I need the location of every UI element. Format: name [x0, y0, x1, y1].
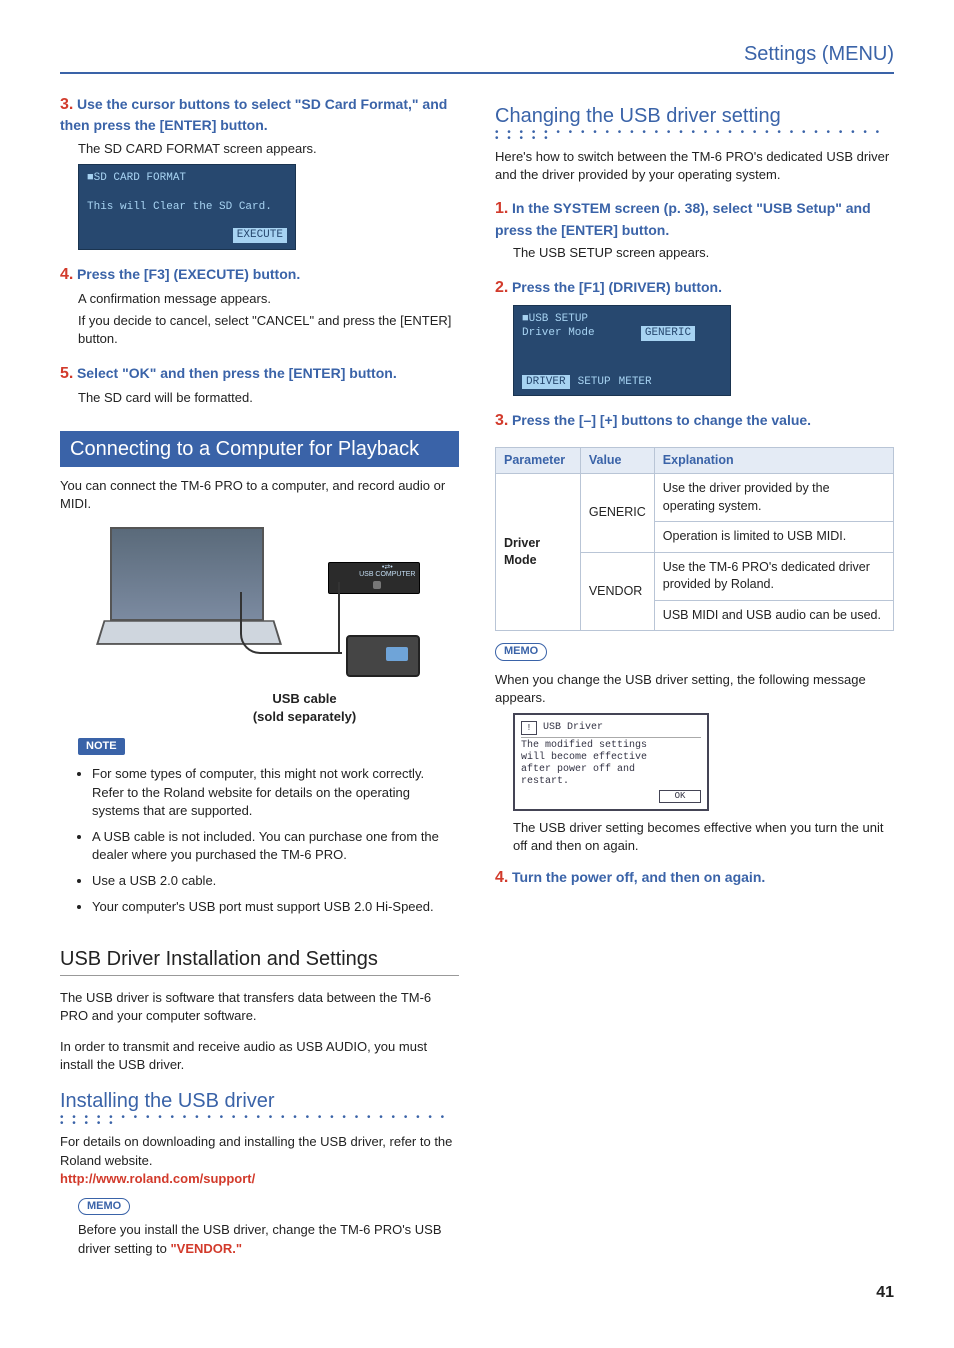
memo-badge: MEMO: [495, 643, 547, 660]
right-step-4: 4. Turn the power off, and then on again…: [495, 867, 894, 889]
memo-body: Before you install the USB driver, chang…: [78, 1221, 459, 1257]
cable-icon: [240, 592, 342, 654]
heading-install-driver: Installing the USB driver: [60, 1087, 459, 1115]
step-heading: Use the cursor buttons to select "SD Car…: [60, 96, 447, 133]
right-column: Changing the USB driver setting • • • • …: [495, 94, 894, 1258]
connect-body: You can connect the TM-6 PRO to a comput…: [60, 477, 459, 513]
step-heading: Press the [F3] (EXECUTE) button.: [77, 266, 300, 282]
change-body: Here's how to switch between the TM-6 PR…: [495, 148, 894, 184]
install-body: For details on downloading and installin…: [60, 1133, 459, 1169]
warning-icon: !: [521, 721, 537, 735]
diagram-caption: USB cable (sold separately): [150, 690, 459, 726]
dotted-rule: • • • • • • • • • • • • • • • • • • • • …: [495, 130, 894, 142]
step-number: 4.: [495, 869, 508, 886]
sd-format-screen: ■SD CARD FORMAT This will Clear the SD C…: [78, 164, 296, 249]
dotted-rule: • • • • • • • • • • • • • • • • • • • • …: [60, 1115, 459, 1127]
ok-button-icon: OK: [659, 790, 701, 803]
step-3: 3. Use the cursor buttons to select "SD …: [60, 94, 459, 250]
page-number: 41: [60, 1282, 894, 1304]
heading-usb-driver: USB Driver Installation and Settings: [60, 945, 459, 976]
list-item: For some types of computer, this might n…: [92, 765, 459, 820]
paragraph: The USB driver is software that transfer…: [60, 989, 459, 1025]
driver-tab-icon: DRIVER: [522, 375, 570, 389]
screen-row-value: GENERIC: [641, 326, 695, 340]
execute-button-icon: EXECUTE: [233, 228, 287, 242]
screen-title: SD CARD FORMAT: [94, 172, 186, 184]
td-explanation: Operation is limited to USB MIDI.: [654, 522, 893, 553]
step-body: The SD CARD FORMAT screen appears.: [78, 140, 459, 158]
memo-p2: The USB driver setting becomes effective…: [513, 819, 894, 855]
heading-change-usb: Changing the USB driver setting: [495, 102, 894, 130]
list-item: Your computer's USB port must support US…: [92, 898, 459, 916]
support-link[interactable]: http://www.roland.com/support/: [60, 1170, 459, 1188]
paragraph: In order to transmit and receive audio a…: [60, 1038, 459, 1074]
step-body: A confirmation message appears.: [78, 290, 459, 308]
step-number: 1.: [495, 200, 508, 217]
td-explanation: USB MIDI and USB audio can be used.: [654, 600, 893, 631]
screen-title: USB SETUP: [529, 313, 588, 325]
step-body: The USB SETUP screen appears.: [513, 244, 894, 262]
td-value: VENDOR: [580, 552, 654, 631]
heading-connecting: Connecting to a Computer for Playback: [60, 431, 459, 467]
right-step-1: 1. In the SYSTEM screen (p. 38), select …: [495, 198, 894, 262]
msgbox-title: USB Driver: [543, 722, 603, 734]
step-number: 3.: [495, 412, 508, 429]
step-number: 3.: [60, 96, 73, 113]
meter-tab-label: METER: [619, 375, 652, 389]
step-5: 5. Select "OK" and then press the [ENTER…: [60, 363, 459, 408]
step-body: The SD card will be formatted.: [78, 389, 459, 407]
note-list: For some types of computer, this might n…: [78, 765, 459, 916]
right-step-2: 2. Press the [F1] (DRIVER) button. ■USB …: [495, 277, 894, 397]
cable-icon: [338, 582, 340, 652]
screen-row-label: Driver Mode: [522, 327, 595, 339]
th-parameter: Parameter: [496, 447, 581, 474]
step-heading: Turn the power off, and then on again.: [512, 869, 765, 885]
td-explanation: Use the TM-6 PRO's dedicated driver prov…: [654, 552, 893, 600]
th-explanation: Explanation: [654, 447, 893, 474]
note-badge: NOTE: [78, 738, 125, 755]
step-4: 4. Press the [F3] (EXECUTE) button. A co…: [60, 264, 459, 349]
module-icon: [346, 635, 420, 677]
memo-p1: When you change the USB driver setting, …: [495, 671, 894, 707]
msgbox-body: The modified settings will become effect…: [521, 740, 701, 788]
step-heading: Select "OK" and then press the [ENTER] b…: [77, 365, 397, 381]
td-parameter: Driver Mode: [496, 474, 581, 631]
setup-tab-label: SETUP: [578, 375, 611, 389]
usb-driver-message: ! USB Driver The modified settings will …: [513, 713, 709, 811]
step-number: 4.: [60, 266, 73, 283]
parameter-table: Parameter Value Explanation Driver Mode …: [495, 447, 894, 632]
td-value: GENERIC: [580, 474, 654, 553]
vendor-keyword: "VENDOR.": [171, 1241, 243, 1256]
connection-diagram: •⇄•USB COMPUTER: [100, 522, 420, 682]
right-step-3: 3. Press the [–] [+] buttons to change t…: [495, 410, 894, 432]
th-value: Value: [580, 447, 654, 474]
usb-port-label: •⇄•USB COMPUTER: [359, 564, 415, 579]
usb-setup-screen: ■USB SETUP Driver Mode GENERIC DRIVER SE…: [513, 305, 731, 396]
header-section: Settings (MENU): [60, 40, 894, 74]
step-body: If you decide to cancel, select "CANCEL"…: [78, 312, 459, 348]
td-explanation: Use the driver provided by the operating…: [654, 474, 893, 522]
screen-msg: This will Clear the SD Card.: [87, 201, 272, 213]
step-heading: Press the [F1] (DRIVER) button.: [512, 279, 722, 295]
left-column: 3. Use the cursor buttons to select "SD …: [60, 94, 459, 1258]
step-heading: In the SYSTEM screen (p. 38), select "US…: [495, 200, 871, 237]
step-heading: Press the [–] [+] buttons to change the …: [512, 412, 811, 428]
list-item: Use a USB 2.0 cable.: [92, 872, 459, 890]
step-number: 5.: [60, 365, 73, 382]
memo-badge: MEMO: [78, 1198, 130, 1215]
step-number: 2.: [495, 279, 508, 296]
list-item: A USB cable is not included. You can pur…: [92, 828, 459, 864]
